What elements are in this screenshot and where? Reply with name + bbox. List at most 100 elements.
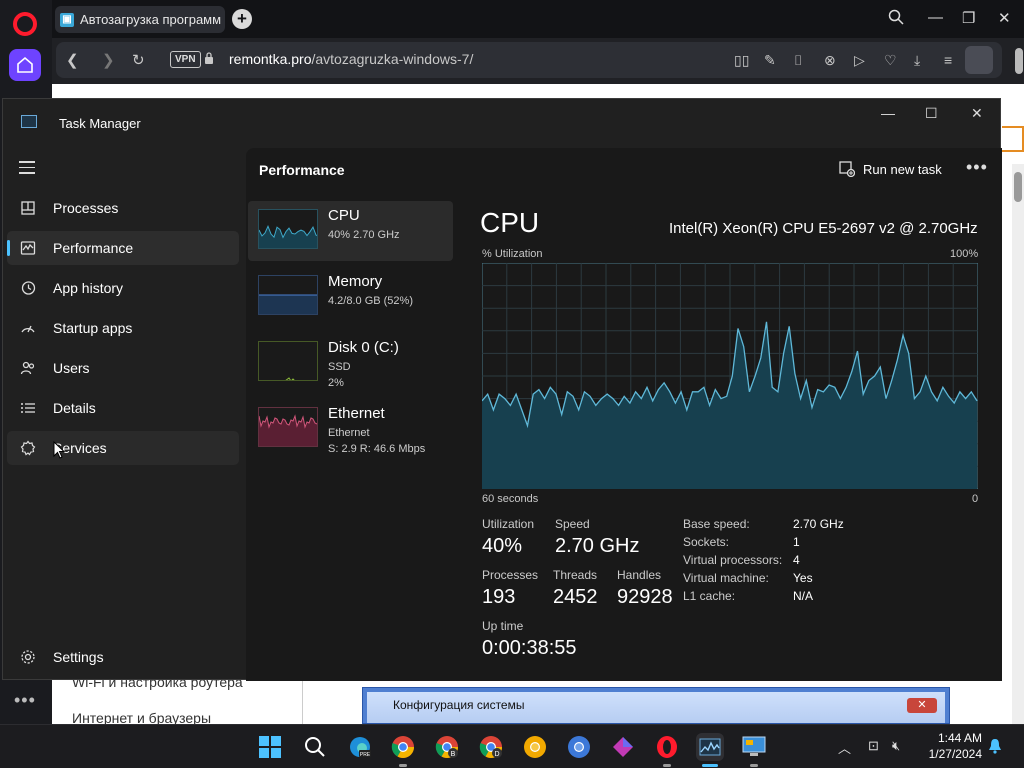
cpu-utilization-chart (482, 263, 978, 489)
new-tab-button[interactable]: + (232, 9, 252, 29)
volume-muted-icon[interactable]: 🔇︎ (892, 738, 900, 754)
nav-label: Details (53, 400, 96, 416)
chromium-icon[interactable] (565, 733, 593, 761)
close-icon[interactable]: ✕ (998, 9, 1011, 27)
speed-label: Speed (555, 517, 590, 531)
edit-icon[interactable]: ✎ (764, 52, 776, 69)
remote-desktop-icon[interactable] (740, 733, 768, 767)
url-text[interactable]: remontka.pro/avtozagruzka-windows-7/ (229, 51, 473, 67)
cpu-model: Intel(R) Xeon(R) CPU E5-2697 v2 @ 2.70GH… (669, 220, 978, 237)
network-icon[interactable]: ⊡ (868, 738, 879, 754)
clock-date: 1/27/2024 (928, 747, 982, 761)
play-icon[interactable]: ▷ (854, 52, 865, 69)
resource-thumbnail (258, 209, 318, 249)
performance-icon (19, 240, 37, 256)
minimize-icon[interactable]: — (928, 9, 943, 26)
chevron-up-icon[interactable]: ︿ (838, 738, 851, 757)
history-icon (19, 280, 37, 296)
resource-memory[interactable]: Memory 4.2/8.0 GB (52%) (248, 267, 453, 327)
reader-icon[interactable]: ▯▯ (734, 52, 749, 69)
search-icon[interactable] (301, 733, 329, 761)
nav-services[interactable]: Services (7, 431, 239, 465)
resource-cpu[interactable]: CPU 40% 2.70 GHz (248, 201, 453, 261)
system-config-dialog[interactable]: Конфигурация системы ✕ (362, 687, 950, 724)
nav-details[interactable]: Details (7, 391, 239, 425)
y-axis-label: % Utilization (482, 248, 543, 260)
minimize-button[interactable]: — (881, 105, 895, 121)
startup-icon (19, 320, 37, 336)
run-new-task-button[interactable]: Run new task (839, 161, 942, 177)
uptime-label: Up time (482, 619, 524, 633)
x-axis-left-label: 60 seconds (482, 493, 539, 505)
adblock-icon[interactable]: ⊗ (824, 52, 836, 69)
dialog-title: Конфигурация системы (393, 698, 525, 712)
settings-icon (19, 649, 37, 665)
page-divider (302, 674, 303, 724)
notification-bell-icon[interactable] (988, 738, 1002, 757)
resource-detail: Ethernet S: 2.9 R: 46.6 Mbps (328, 427, 426, 455)
chrome-beta-icon[interactable]: B (433, 733, 461, 761)
download-icon[interactable]: ⤓ (914, 52, 920, 69)
resource-name: Memory (328, 273, 383, 290)
home-icon[interactable] (9, 49, 41, 81)
nav-startup-apps[interactable]: Startup apps (7, 311, 239, 345)
spec-label: Virtual machine: (683, 571, 769, 585)
close-icon[interactable]: ✕ (907, 698, 937, 713)
handles-label: Handles (617, 568, 662, 582)
lock-icon (204, 51, 214, 64)
feather-app-icon[interactable] (609, 733, 637, 761)
taskbar: PRE B D ︿ ⊡ 🔇︎ 1:44 AM 1/27/2024 (0, 724, 1024, 768)
resource-ethernet[interactable]: Ethernet Ethernet S: 2.9 R: 46.6 Mbps (248, 399, 453, 459)
page-scrollbar[interactable] (1012, 164, 1024, 724)
details-icon (19, 400, 37, 416)
resource-disk[interactable]: Disk 0 (C:) SSD 2% (248, 333, 453, 393)
opera-icon[interactable] (653, 733, 681, 767)
hamburger-menu-icon[interactable] (19, 161, 35, 178)
chrome-dev-icon[interactable]: D (477, 733, 505, 761)
browser-toolbar: ❮ ❯ ↻ VPN remontka.pro/avtozagruzka-wind… (52, 38, 1024, 84)
start-icon[interactable] (256, 733, 284, 761)
spec-label: Virtual processors: (683, 553, 783, 567)
vpn-badge[interactable]: VPN (170, 51, 201, 68)
back-icon[interactable]: ❮ (66, 51, 79, 69)
spec-label: Base speed: (683, 517, 750, 531)
task-manager-icon[interactable] (696, 733, 724, 767)
resource-detail: 40% 2.70 GHz (328, 229, 400, 241)
chrome-icon[interactable] (389, 733, 417, 767)
nav-label: Startup apps (53, 320, 133, 336)
forward-icon[interactable]: ❯ (102, 51, 115, 69)
more-icon[interactable]: ••• (14, 690, 36, 711)
resource-name: Ethernet (328, 405, 385, 422)
reload-icon[interactable]: ↻ (132, 51, 145, 69)
camera-icon[interactable]: ⌷ (794, 52, 802, 69)
more-options-icon[interactable]: ••• (966, 157, 988, 178)
nav-users[interactable]: Users (7, 351, 239, 385)
y-max-label: 100% (950, 248, 979, 260)
nav-label: Performance (53, 240, 134, 256)
svg-text:PRE: PRE (360, 752, 371, 758)
edge-beta-icon[interactable]: PRE (346, 733, 374, 761)
opera-logo-icon[interactable] (13, 12, 37, 36)
maximize-button[interactable]: ☐ (925, 105, 938, 122)
utilization-value: 40% (482, 535, 523, 557)
nav-performance[interactable]: Performance (7, 231, 239, 265)
clock-time: 1:44 AM (937, 731, 982, 745)
close-button[interactable]: ✕ (971, 105, 983, 122)
active-indicator (7, 240, 10, 256)
restore-icon[interactable]: ❐ (962, 9, 975, 27)
heart-icon[interactable]: ♡ (884, 52, 897, 69)
browser-tab[interactable]: ▣ Автозагрузка программ в (55, 6, 225, 33)
processes-icon (19, 200, 37, 216)
nav-app-history[interactable]: App history (7, 271, 239, 305)
profile-icon[interactable] (965, 46, 993, 74)
nav-settings[interactable]: Settings (7, 640, 239, 674)
page-title: Performance (259, 162, 345, 178)
search-icon[interactable] (888, 9, 904, 29)
nav-processes[interactable]: Processes (7, 191, 239, 225)
threads-value: 2452 (553, 586, 598, 608)
menu-icon[interactable]: ≡ (944, 52, 952, 68)
speed-value: 2.70 GHz (555, 535, 640, 557)
chrome-canary-icon[interactable] (521, 733, 549, 761)
resource-name: Disk 0 (C:) (328, 339, 399, 356)
clock[interactable]: 1:44 AM 1/27/2024 (920, 730, 982, 762)
